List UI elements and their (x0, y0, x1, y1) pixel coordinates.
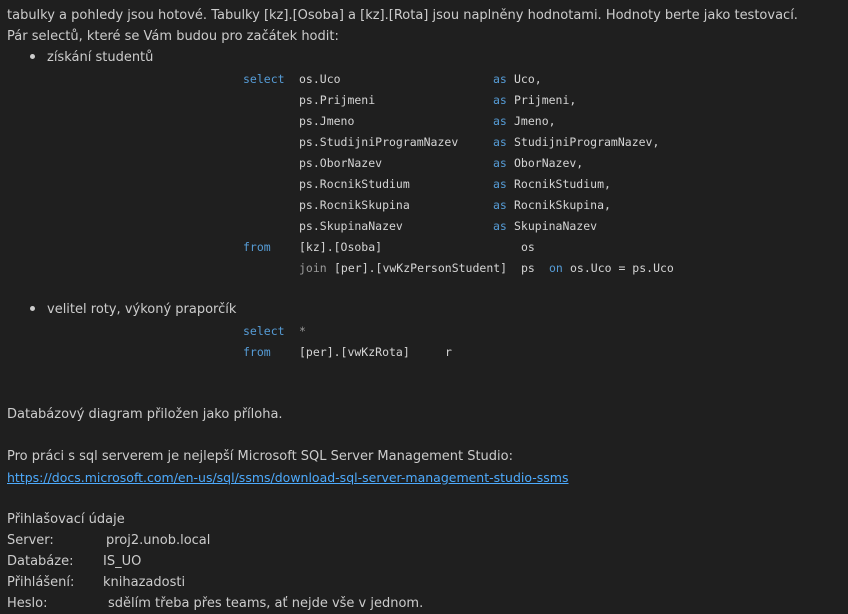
sql-keyword-select: select (243, 324, 285, 338)
sql-keyword-as: as (493, 198, 507, 212)
bullet-dot (30, 306, 35, 311)
sql-from-alias: r (445, 345, 452, 359)
sql-column-expr: ps.SkupinaNazev (299, 219, 403, 233)
sql-keyword-as: as (493, 156, 507, 170)
ssms-note: Pro práci s sql serverem je nejlepší Mic… (7, 449, 513, 464)
sql-column-alias: StudijniProgramNazev, (514, 135, 660, 149)
sql-from-alias: os (521, 240, 535, 254)
sql-on-condition: os.Uco = ps.Uco (570, 261, 674, 275)
credential-value-server: proj2.unob.local (106, 533, 211, 548)
sql-column-expr: ps.OborNazev (299, 156, 383, 170)
sql-join-table: [per].[vwKzPersonStudent] (334, 261, 508, 275)
sql-from-table: [kz].[Osoba] (299, 240, 383, 254)
sql-keyword-as: as (493, 114, 507, 128)
sql-column-alias: RocnikStudium, (514, 177, 611, 191)
sql-join-alias: ps (521, 261, 535, 275)
sql-keyword-from: from (243, 240, 271, 254)
intro-text-line-1: tabulky a pohledy jsou hotové. Tabulky [… (7, 8, 798, 23)
sql-keyword-join: join (299, 261, 327, 275)
sql-column-expr: ps.Jmeno (299, 114, 355, 128)
credential-label-login: Přihlášení: (7, 575, 75, 590)
credential-label-password: Heslo: (7, 596, 48, 611)
sql-column-expr: ps.StudijniProgramNazev (299, 135, 459, 149)
credential-label-database: Databáze: (7, 554, 74, 569)
credential-label-server: Server: (7, 533, 54, 548)
sql-column-expr: ps.Prijmeni (299, 93, 376, 107)
sql-keyword-select: select (243, 72, 285, 86)
sql-column-alias: Jmeno, (514, 114, 556, 128)
sql-keyword-as: as (493, 93, 507, 107)
ssms-download-link[interactable]: https://docs.microsoft.com/en-us/sql/ssm… (7, 469, 569, 486)
sql-column-expr: ps.RocnikSkupina (299, 198, 410, 212)
sql-column-expr: os.Uco (299, 72, 341, 86)
sql-keyword-on: on (549, 261, 563, 275)
credentials-heading: Přihlašovací údaje (7, 512, 125, 527)
sql-column-alias: Prijmeni, (514, 93, 577, 107)
sql-from-table: [per].[vwKzRota] (299, 345, 410, 359)
sql-keyword-as: as (493, 135, 507, 149)
credential-value-login: knihazadosti (103, 575, 186, 590)
sql-keyword-as: as (493, 177, 507, 191)
sql-select-star: * (299, 324, 306, 338)
intro-text-line-2: Pár selectů, které se Vám budou pro začá… (7, 29, 339, 44)
bullet-label-commander: velitel roty, výkoný praporčík (47, 302, 237, 317)
credential-value-database: IS_UO (103, 554, 142, 569)
credential-value-password: sdělím třeba přes teams, ať nejde vše v … (108, 596, 424, 611)
sql-column-expr: ps.RocnikStudium (299, 177, 410, 191)
sql-keyword-from: from (243, 345, 271, 359)
sql-column-alias: SkupinaNazev (514, 219, 598, 233)
sql-keyword-as: as (493, 72, 507, 86)
sql-keyword-as: as (493, 219, 507, 233)
bullet-dot (30, 54, 35, 59)
sql-column-alias: OborNazev, (514, 156, 584, 170)
diagram-note: Databázový diagram přiložen jako příloha… (7, 407, 283, 422)
sql-column-alias: RocnikSkupina, (514, 198, 611, 212)
sql-column-alias: Uco, (514, 72, 542, 86)
bullet-label-students: získání studentů (47, 50, 154, 65)
